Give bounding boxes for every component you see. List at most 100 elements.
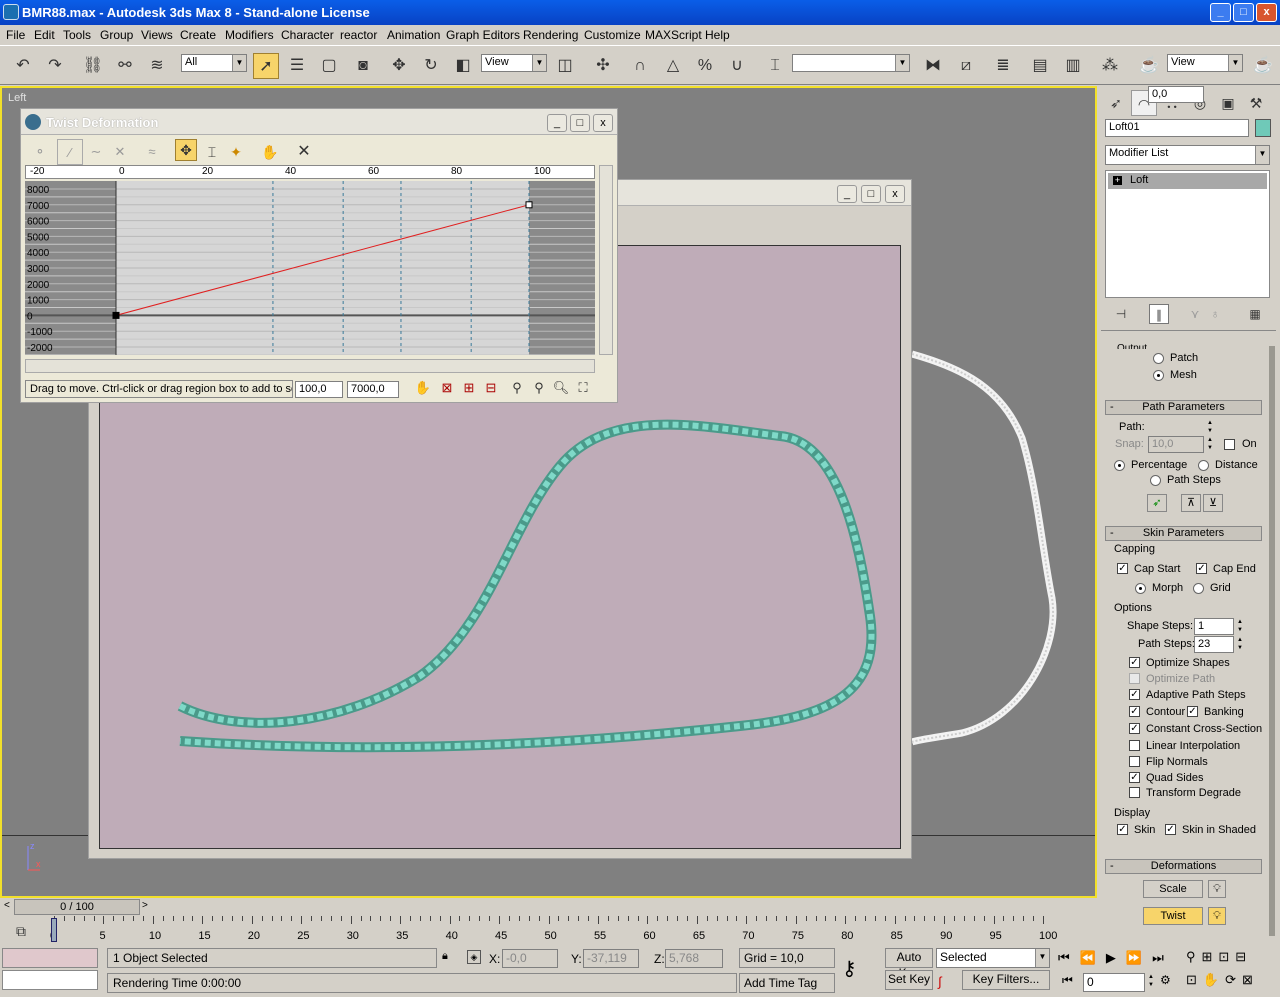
absolute-mode-icon[interactable]: ◈ — [467, 950, 481, 964]
morph-radio[interactable] — [1135, 583, 1146, 594]
spinner-snap-icon[interactable]: ∪ — [724, 53, 750, 79]
distance-radio[interactable] — [1198, 460, 1209, 471]
twist-close-button[interactable]: x — [593, 114, 613, 132]
time-slider-thumb[interactable]: 0 / 100 — [14, 899, 140, 915]
menu-animation[interactable]: Animation — [387, 28, 440, 42]
quick-render-icon[interactable]: ☕ — [1250, 53, 1276, 79]
twist-curve-chart[interactable]: 8000 7000 6000 5000 4000 3000 2000 1000 0 -1000 -2… — [25, 181, 595, 355]
align-icon[interactable]: ⧄ — [953, 53, 979, 79]
set-key-icon[interactable]: ⚷ — [842, 956, 872, 982]
time-slider[interactable]: < 0 / 100 > — [0, 898, 1097, 916]
rect-selection-icon[interactable]: ▢ — [316, 53, 342, 79]
object-color-swatch[interactable] — [1255, 119, 1271, 137]
key-mode-dropdown[interactable]: Selected ▼ — [936, 948, 1050, 968]
stack-item-loft[interactable]: + Loft — [1108, 173, 1267, 189]
quad-sides-checkbox[interactable]: ✓ — [1129, 772, 1140, 783]
prev-frame-arrow-icon[interactable]: < — [4, 900, 14, 914]
patch-radio[interactable] — [1153, 353, 1164, 364]
zoom-extents-icon[interactable]: ⊠ — [437, 377, 457, 399]
make-symmetrical-icon[interactable]: ⚬ — [27, 139, 53, 165]
configure-sets-icon[interactable]: ▦ — [1245, 304, 1265, 324]
snap-on-checkbox[interactable] — [1224, 439, 1235, 450]
scale-deformation-button[interactable]: Scale — [1143, 880, 1203, 898]
rotate-icon[interactable]: ↻ — [418, 53, 444, 79]
next-shape-icon[interactable]: ⊻ — [1203, 494, 1223, 512]
path-spinner[interactable]: ▲ ▼ — [1205, 419, 1215, 436]
menu-rendering[interactable]: Rendering — [523, 28, 578, 42]
path-steps-field[interactable]: 23 — [1194, 636, 1234, 653]
render-maximize-button[interactable]: □ — [861, 185, 881, 203]
unlink-icon[interactable]: ⚯ — [112, 53, 138, 79]
menu-group[interactable]: Group — [100, 28, 133, 42]
insert-corner-point-icon[interactable]: ✦ — [223, 139, 249, 165]
snap-toggle-icon[interactable]: ∩ — [627, 53, 653, 79]
window-crossing-icon[interactable]: ◙ — [350, 53, 376, 79]
cap-start-checkbox[interactable]: ✓ — [1117, 563, 1128, 574]
path-steps-spinner[interactable]: ▲ ▼ — [1235, 636, 1245, 653]
scale-icon[interactable]: ◧ — [450, 53, 476, 79]
z-coord-field[interactable]: 5,768 — [665, 949, 723, 968]
previous-shape-icon[interactable]: ⊼ — [1181, 494, 1201, 512]
show-end-result-icon[interactable]: ∥ — [1149, 304, 1169, 324]
twist-minimize-button[interactable]: _ — [547, 114, 567, 132]
menu-tools[interactable]: Tools — [63, 28, 91, 42]
schematic-view-icon[interactable]: ▥ — [1060, 53, 1086, 79]
menu-modifiers[interactable]: Modifiers — [225, 28, 274, 42]
key-filters-button[interactable]: Key Filters... — [962, 970, 1050, 990]
default-tangents-icon[interactable]: ∫ — [938, 974, 954, 990]
curve-editor-icon[interactable]: ▤ — [1027, 53, 1053, 79]
zoom-vertical-extents-icon[interactable]: ⊟ — [481, 377, 501, 399]
menu-graph-editors[interactable]: Graph Editors — [446, 28, 520, 42]
layer-manager-icon[interactable]: ≣ — [990, 53, 1016, 79]
path-steps-radio[interactable] — [1150, 475, 1161, 486]
close-button[interactable]: x — [1256, 3, 1277, 22]
optimize-shapes-checkbox[interactable]: ✓ — [1129, 657, 1140, 668]
zoom-icon[interactable]: 🔍︎ — [551, 377, 571, 399]
mesh-radio[interactable] — [1153, 370, 1164, 381]
twist-maximize-button[interactable]: □ — [570, 114, 590, 132]
create-tab-icon[interactable]: ➶ — [1103, 90, 1129, 116]
deformations-rollout[interactable]: - Deformations — [1105, 859, 1262, 874]
pivot-center-icon[interactable]: ◫ — [552, 53, 578, 79]
pan-icon[interactable]: ✋ — [413, 377, 433, 399]
display-y-axis-icon[interactable]: ∼ — [83, 139, 109, 165]
zoom-horizontal-extents-icon[interactable]: ⊞ — [459, 377, 479, 399]
snap-field[interactable]: 10,0 — [1148, 436, 1204, 453]
vertical-scrollbar[interactable] — [599, 165, 613, 355]
flip-normals-checkbox[interactable] — [1129, 756, 1140, 767]
add-time-tag-button[interactable]: Add Time Tag — [739, 973, 835, 993]
menu-edit[interactable]: Edit — [34, 28, 55, 42]
panel-scrollbar[interactable] — [1269, 346, 1275, 936]
set-key-button[interactable]: Set Key — [885, 970, 933, 990]
display-xy-axes-icon[interactable]: ✕ — [107, 139, 133, 165]
zoom-horizontal-icon[interactable]: ⚲ — [507, 377, 527, 399]
menu-reactor[interactable]: reactor — [340, 28, 377, 42]
display-x-axis-icon[interactable]: ⁄ — [57, 139, 83, 165]
display-tab-icon[interactable]: ▣ — [1215, 90, 1241, 116]
path-field[interactable]: 0,0 — [1148, 86, 1204, 103]
transform-degrade-checkbox[interactable] — [1129, 787, 1140, 798]
swap-curves-icon[interactable]: ≈ — [139, 139, 165, 165]
cap-end-checkbox[interactable]: ✓ — [1196, 563, 1207, 574]
selection-filter-dropdown[interactable]: All ▼ — [181, 54, 247, 72]
pick-shape-icon[interactable]: ➶ — [1147, 494, 1167, 512]
twist-amount-field[interactable]: 7000,0 — [347, 381, 399, 398]
zoom-vertical-icon[interactable]: ⚲ — [529, 377, 549, 399]
viewport-label[interactable]: Left — [8, 92, 26, 104]
contour-checkbox[interactable]: ✓ — [1129, 706, 1140, 717]
maxscript-listener-white[interactable] — [2, 970, 98, 990]
named-selection-dropdown[interactable]: ▼ — [792, 54, 910, 72]
snap-spinner[interactable]: ▲ ▼ — [1205, 436, 1215, 453]
edit-named-selection-icon[interactable]: ⌶ — [762, 53, 788, 79]
menu-file[interactable]: File — [6, 28, 25, 42]
viewport-nav-bottom[interactable]: ⊡✋⟳⊠ — [1186, 972, 1278, 992]
lock-selection-icon[interactable]: 🔒︎ — [442, 950, 454, 964]
zoom-region-icon[interactable]: ⛶ — [573, 377, 593, 399]
mirror-icon[interactable]: ⧓ — [920, 53, 946, 79]
render-scene-icon[interactable]: ☕ — [1136, 53, 1162, 79]
scale-control-point-icon[interactable]: ⌶ — [199, 139, 225, 165]
remove-modifier-icon[interactable]: ♁ — [1205, 304, 1225, 324]
current-frame-spinner[interactable]: ▲ ▼ — [1146, 973, 1156, 990]
menu-views[interactable]: Views — [141, 28, 173, 42]
skin-checkbox[interactable]: ✓ — [1117, 824, 1128, 835]
